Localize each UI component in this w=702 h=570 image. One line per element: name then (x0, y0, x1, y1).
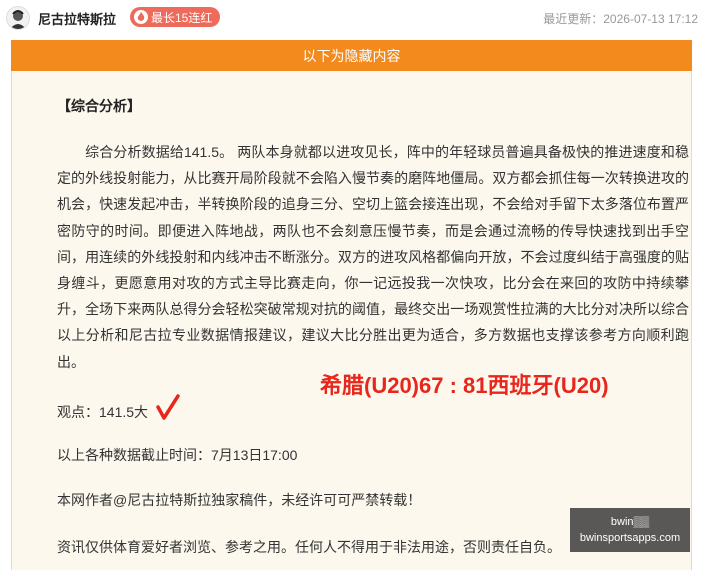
copyright-notice: 本网作者@尼古拉特斯拉独家稿件，未经许可可严禁转载！ (57, 492, 422, 508)
viewpoint-line: 观点：141.5大 (57, 394, 180, 423)
streak-label: 最长15连红 (151, 10, 213, 25)
hidden-content-banner: 以下为隐藏内容 (11, 40, 692, 71)
viewpoint-text: 观点：141.5大 (57, 403, 149, 420)
flame-icon (134, 10, 148, 24)
watermark-line2: bwinsportsapps.com (579, 532, 681, 544)
section-title: 【综合分析】 (57, 98, 141, 114)
last-updated: 最近更新：2026-07-13 17:12 (543, 12, 698, 26)
avatar[interactable] (6, 6, 30, 30)
top-bar: 尼古拉特斯拉 最长15连红 最近更新：2026-07-13 17:12 (0, 0, 702, 36)
watermark-line1: bwin▒▒ (610, 516, 650, 528)
disclaimer: 资讯仅供体育爱好者浏览、参考之用。任何人不得用于非法用途，否则责任自负。 (57, 539, 561, 555)
streak-badge: 最长15连红 (130, 7, 221, 27)
checkmark-icon (156, 394, 180, 423)
author-name[interactable]: 尼古拉特斯拉 (38, 9, 116, 28)
analysis-body: 综合分析数据给141.5。 两队本身就都以进攻见长，阵中的年轻球员普遍具备极快的… (57, 144, 689, 370)
watermark-logo: bwin▒▒ bwinsportsapps.com (570, 508, 690, 552)
analysis-text: 综合分析数据给141.5。 两队本身就都以进攻见长，阵中的年轻球员普遍具备极快的… (57, 139, 689, 375)
match-result-overlay: 希腊(U20)67 : 81西班牙(U20) (320, 373, 609, 398)
data-deadline: 以上各种数据截止时间：7月13日17:00 (57, 447, 298, 463)
